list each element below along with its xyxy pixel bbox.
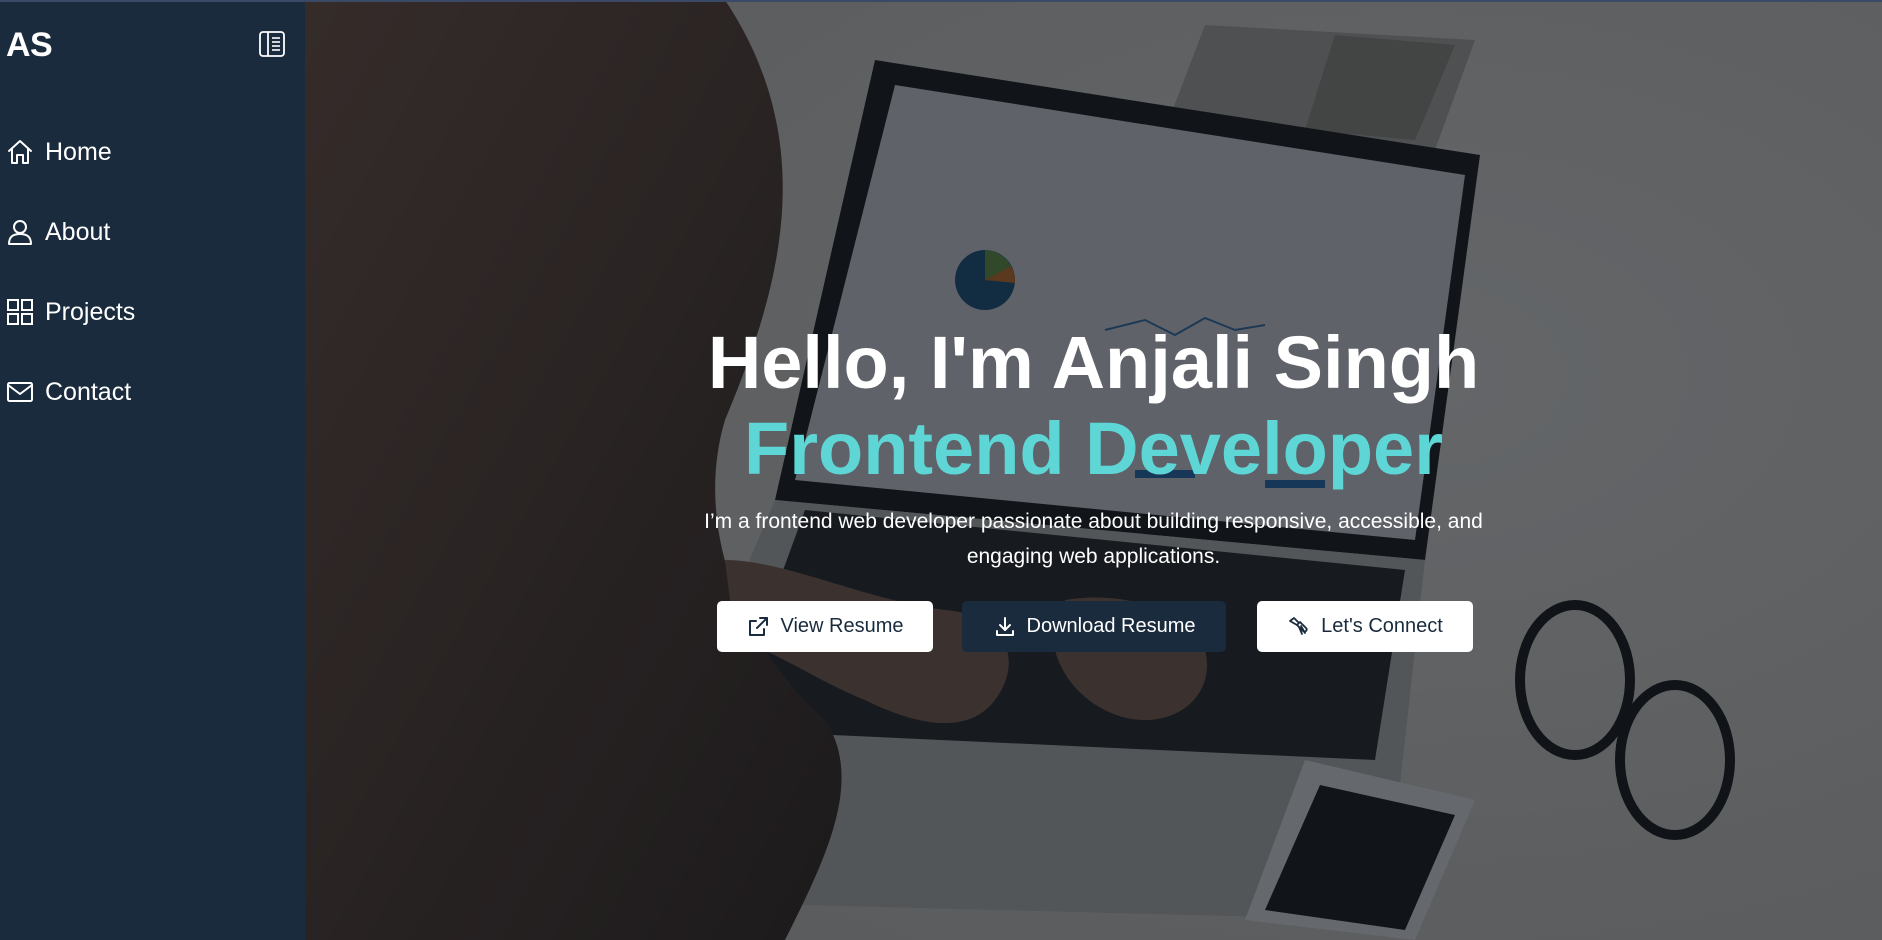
download-icon [995,616,1014,636]
download-resume-label: Download Resume [1026,615,1196,637]
hero-role: Frontend Developer [744,407,1443,490]
home-icon [8,140,32,164]
download-resume-button[interactable]: Download Resume [962,601,1226,652]
portfolio-page: AS Home About Projects Contact Hello, I'… [0,0,1882,940]
sidebar-item-label: Contact [45,377,132,406]
sidebar-item-label: About [45,217,111,246]
hero-section: Hello, I'm Anjali Singh Frontend Develop… [305,0,1882,940]
sidebar-item-label: Projects [45,297,136,326]
sidebar-nav: Home About Projects Contact [0,112,305,432]
user-icon [8,220,32,245]
handshake-icon [1289,616,1308,635]
hero-greeting: Hello, I'm Anjali Singh [707,321,1480,404]
sidebar-item-projects[interactable]: Projects [0,272,305,352]
hero-content: Hello, I'm Anjali Singh Frontend Develop… [305,0,1882,940]
external-link-icon [749,616,769,636]
mail-icon [7,382,33,402]
sidebar-toggle-icon[interactable] [258,30,286,58]
sidebar-item-about[interactable]: About [0,192,305,272]
window-top-border [0,0,1882,2]
sidebar-item-contact[interactable]: Contact [0,352,305,432]
sidebar-item-label: Home [45,137,112,166]
site-logo[interactable]: AS [6,26,53,65]
hero-description: I’m a frontend web developer passionate … [704,510,1483,568]
lets-connect-button[interactable]: Let's Connect [1257,601,1473,652]
view-resume-button[interactable]: View Resume [717,601,933,652]
sidebar: AS Home About Projects Contact [0,0,305,940]
view-resume-label: View Resume [780,615,904,637]
sidebar-item-home[interactable]: Home [0,112,305,192]
lets-connect-label: Let's Connect [1321,615,1443,637]
grid-icon [7,299,33,325]
